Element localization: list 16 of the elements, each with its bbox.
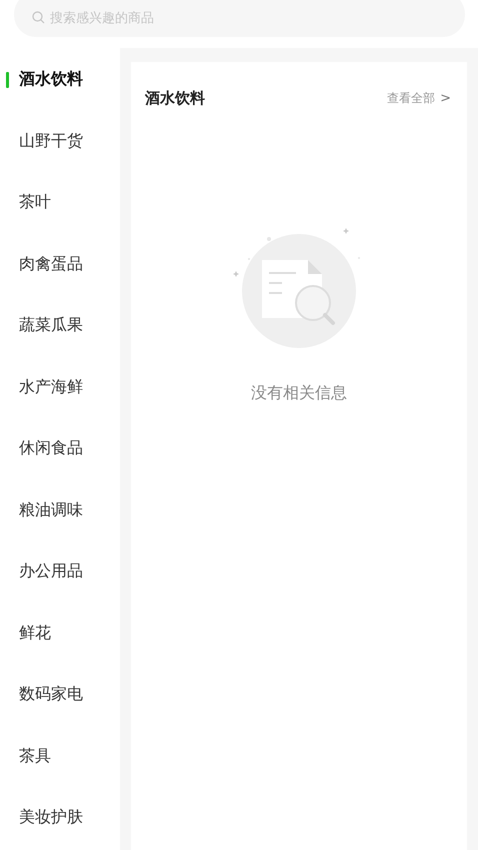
empty-message: 没有相关信息 xyxy=(251,383,347,404)
view-all-link[interactable]: 查看全部 > xyxy=(387,90,451,107)
category-item[interactable]: 肉禽蛋品 xyxy=(0,234,120,295)
category-item[interactable]: 办公用品 xyxy=(0,541,120,602)
category-item[interactable]: 茶具 xyxy=(0,726,120,787)
category-item[interactable]: 水产海鲜 xyxy=(0,356,120,418)
category-item[interactable]: 蔬菜瓜果 xyxy=(0,295,120,356)
category-item[interactable]: 茶叶 xyxy=(0,172,120,234)
category-item[interactable]: 山野干货 xyxy=(0,110,120,172)
category-item[interactable]: 酒水饮料 xyxy=(0,49,120,110)
category-item[interactable]: 数码家电 xyxy=(0,664,120,726)
category-item[interactable]: 美妆护肤 xyxy=(0,787,120,848)
category-item[interactable]: 粮油调味 xyxy=(0,480,120,541)
section-title: 酒水饮料 xyxy=(145,89,205,108)
category-item[interactable]: 休闲食品 xyxy=(0,418,120,480)
category-item[interactable]: 鲜花 xyxy=(0,602,120,664)
